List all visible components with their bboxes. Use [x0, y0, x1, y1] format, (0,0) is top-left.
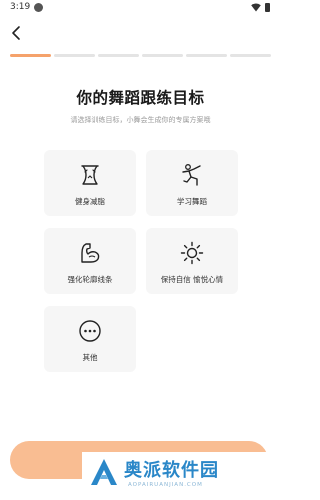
- status-time: 3:19: [10, 2, 31, 12]
- option-card-learn-dance[interactable]: 学习舞蹈: [146, 150, 238, 216]
- option-card-fat-loss[interactable]: 健身减脂: [44, 150, 136, 216]
- progress-segment: [98, 54, 139, 57]
- sun-icon: [180, 241, 204, 265]
- notification-dot-icon: [34, 3, 43, 12]
- more-icon: [79, 320, 101, 342]
- battery-icon: [265, 3, 270, 12]
- waist-icon: [81, 165, 99, 185]
- page-subtitle: 请选择训练目标，小舞会生成你的专属方案哦: [70, 116, 211, 124]
- progress-segment: [10, 54, 51, 57]
- option-card-confidence[interactable]: 保持自信 愉悦心情: [146, 228, 238, 294]
- option-label: 健身减脂: [75, 197, 105, 206]
- option-label: 强化轮廓线条: [67, 275, 113, 284]
- option-label: 其他: [82, 353, 98, 362]
- goal-selection-screen: 3:19 你的舞蹈跟练目标 请选择训练目标，小舞会生成你的专属方案哦 健身减脂: [0, 0, 281, 500]
- progress-segment: [186, 54, 227, 57]
- dancer-icon: [182, 164, 201, 186]
- back-arrow-icon[interactable]: [8, 24, 26, 42]
- watermark-text: 奥派软件园: [124, 460, 219, 481]
- progress-segment: [230, 54, 271, 57]
- watermark: 奥派软件园 AOPAIRUANJIAN.COM: [82, 452, 281, 500]
- progress-segment: [142, 54, 183, 57]
- page-title: 你的舞蹈跟练目标: [76, 89, 205, 107]
- progress-segment: [54, 54, 95, 57]
- muscle-arm-icon: [81, 243, 100, 263]
- option-label: 学习舞蹈: [177, 197, 207, 206]
- wifi-icon: [251, 3, 261, 12]
- option-card-body-contour[interactable]: 强化轮廓线条: [44, 228, 136, 294]
- watermark-logo: [91, 459, 117, 485]
- watermark-url: AOPAIRUANJIAN.COM: [128, 482, 203, 488]
- status-bar: 3:19: [0, 0, 281, 16]
- option-card-other[interactable]: 其他: [44, 306, 136, 372]
- option-label: 保持自信 愉悦心情: [160, 275, 224, 284]
- step-progress-bar: [10, 54, 271, 57]
